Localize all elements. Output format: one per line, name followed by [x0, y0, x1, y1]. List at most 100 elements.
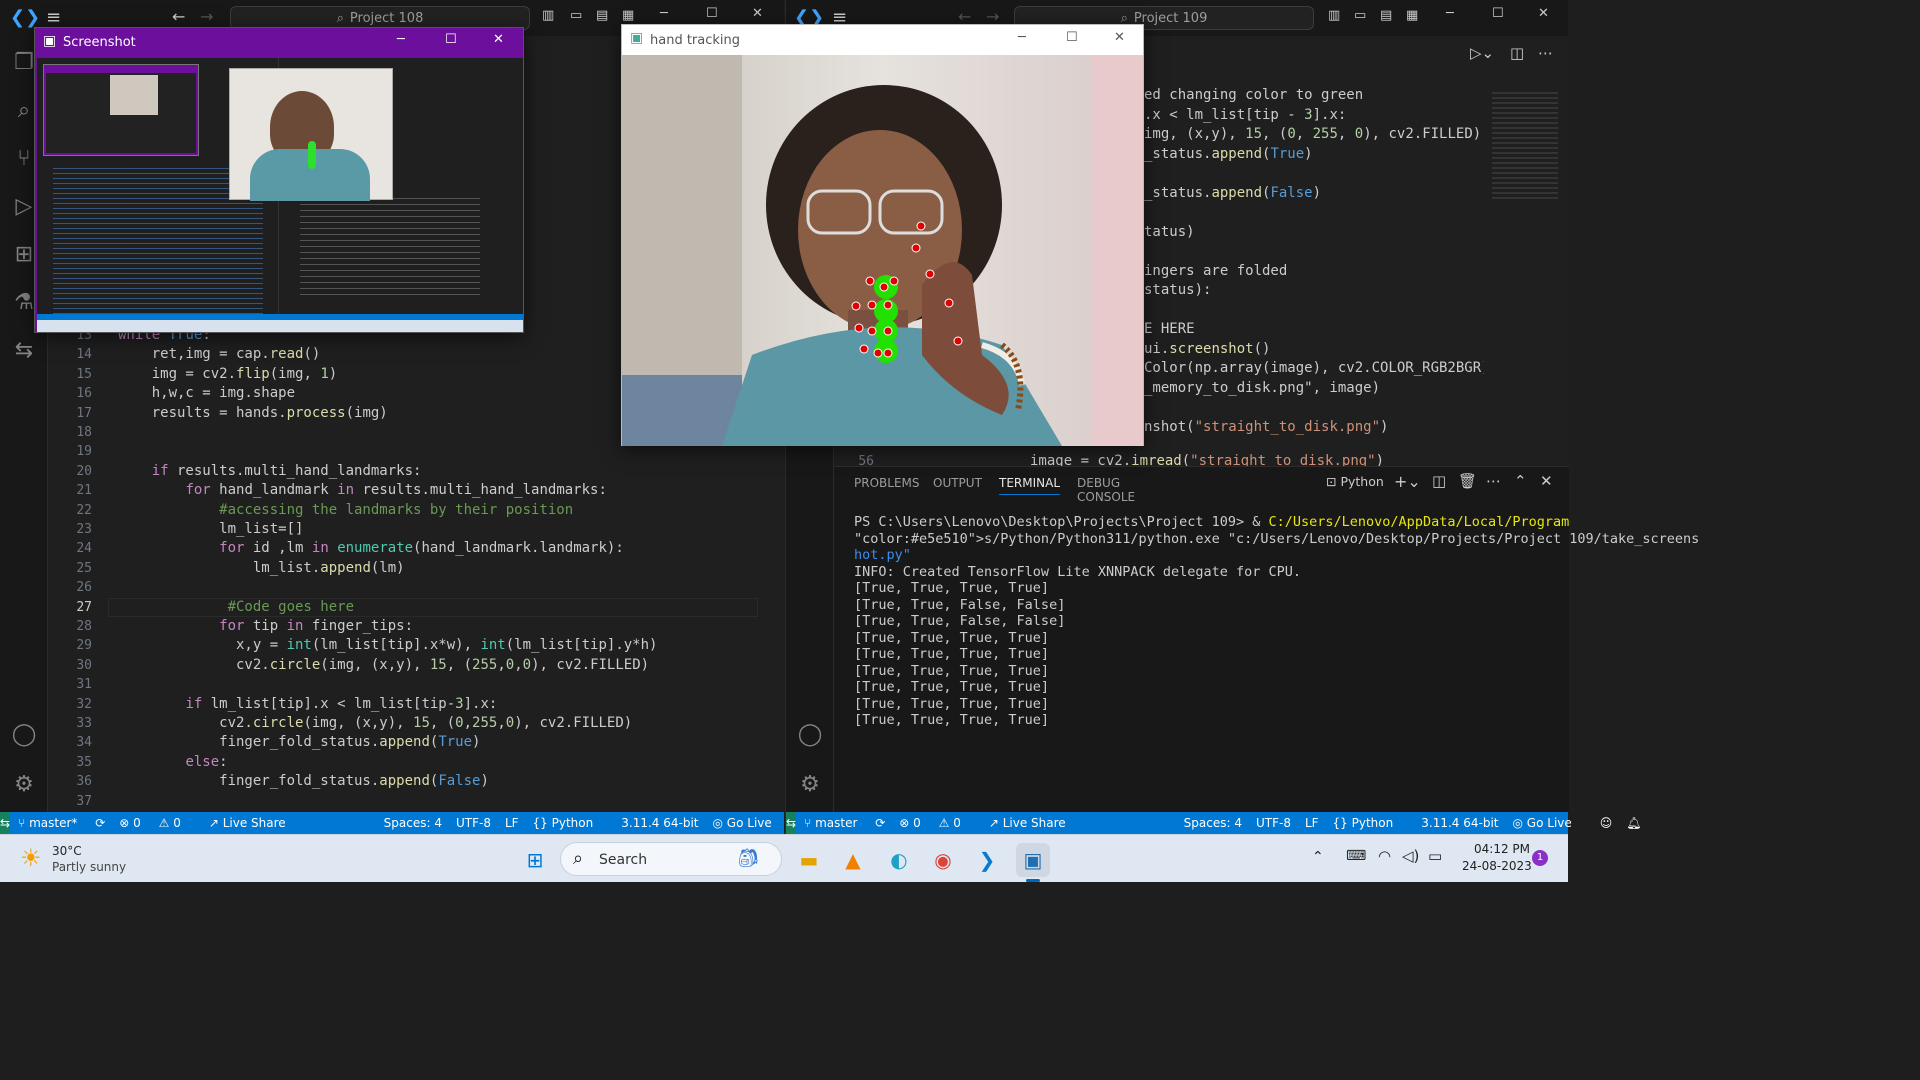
hand-tracking-window[interactable]: ▣ hand tracking ─ ☐ ✕ [621, 24, 1144, 446]
go-live-button[interactable]: ◎ Go Live [713, 816, 786, 830]
tab-output[interactable]: OUTPUT [933, 476, 982, 490]
chrome-icon[interactable]: ◉ [926, 843, 960, 877]
file-explorer-icon[interactable]: ▬ [792, 843, 826, 877]
notifications-bell-icon[interactable]: 🔔︎ [1626, 816, 1641, 830]
split-editor-icon[interactable]: ◫ [1510, 44, 1524, 62]
minimize-icon[interactable]: ─ [660, 6, 668, 21]
tab-debug-console[interactable]: DEBUG CONSOLE [1077, 476, 1135, 504]
forward-arrow-icon[interactable]: → [200, 7, 213, 26]
edge-icon[interactable]: ◐ [882, 843, 916, 877]
panel-toggle-icon[interactable]: ▭ [1354, 8, 1366, 23]
line-number: 32 [76, 696, 92, 712]
panel-more-icon[interactable]: ⋯ [1486, 472, 1501, 490]
speaker-icon[interactable]: ◁) [1402, 847, 1419, 865]
clock-time[interactable]: 04:12 PM [1474, 842, 1530, 856]
customize-layout-icon[interactable]: ▦ [1406, 8, 1418, 23]
chevron-up-icon[interactable]: ⌃ [1312, 849, 1324, 865]
settings-gear-icon[interactable]: ⚙ [786, 772, 834, 797]
weather-widget[interactable]: ☀ 30°C Partly sunny [14, 842, 134, 878]
code-line: tatus) [1144, 223, 1195, 240]
branch-indicator[interactable]: ⑂ master ⟳ [804, 816, 885, 830]
screenshot-window[interactable]: ▣ Screenshot ─ ☐ ✕ [34, 27, 524, 333]
sidebar-toggle-icon[interactable]: ▤ [1380, 8, 1392, 23]
maximize-icon[interactable]: ☐ [1066, 30, 1078, 45]
account-icon[interactable]: ◯ [0, 722, 48, 747]
panel-toggle-icon[interactable]: ▭ [570, 8, 582, 23]
maximize-icon[interactable]: ☐ [706, 6, 718, 21]
terminal-line: [True, True, True, True] [854, 695, 1050, 712]
vlc-icon[interactable]: ▲ [836, 843, 870, 877]
new-terminal-icon[interactable]: +⌄ [1394, 472, 1421, 491]
minimize-icon[interactable]: ─ [1446, 6, 1454, 21]
indentation-indicator[interactable]: Spaces: 4 [384, 816, 442, 830]
close-icon[interactable]: ✕ [1114, 30, 1125, 45]
taskbar-search[interactable]: ⌕ Search 🎒︎ [560, 842, 782, 876]
keyboard-icon[interactable]: ⌨ [1346, 848, 1366, 864]
landmark-dot [953, 336, 963, 346]
language-label: Python [551, 816, 594, 830]
line-number: 29 [76, 638, 92, 654]
sidebar-toggle-icon[interactable]: ▤ [596, 8, 608, 23]
terminal-profile[interactable]: ⊡ Python [1326, 474, 1384, 489]
vscode-taskbar-icon[interactable]: ❯ [970, 843, 1004, 877]
clock-date[interactable]: 24-08-2023 [1462, 859, 1532, 873]
language-indicator[interactable]: {} Python [1333, 816, 1408, 830]
interpreter-indicator[interactable]: 3.11.4 64-bit [621, 816, 698, 830]
account-icon[interactable]: ◯ [786, 722, 834, 747]
battery-icon[interactable]: ▭ [1428, 847, 1442, 865]
close-panel-icon[interactable]: ✕ [1540, 472, 1553, 490]
wifi-icon[interactable]: ◠ [1378, 847, 1391, 865]
encoding-indicator[interactable]: UTF-8 [456, 816, 491, 830]
notification-badge[interactable]: 1 [1532, 850, 1548, 866]
start-button[interactable]: ⊞ [518, 843, 552, 877]
terminal-line: [True, True, False, False] [854, 596, 1066, 613]
tab-terminal[interactable]: TERMINAL [999, 476, 1061, 495]
remote-icon[interactable]: ⇆ [0, 338, 48, 363]
encoding-indicator[interactable]: UTF-8 [1256, 816, 1291, 830]
landmark-dot [851, 301, 861, 311]
branch-indicator[interactable]: ⑂ master* ⟳ [18, 816, 105, 830]
live-share-button[interactable]: ↗ Live Share [209, 816, 300, 830]
screenshot-titlebar[interactable]: ▣ Screenshot ─ ☐ ✕ [35, 28, 523, 58]
maximize-icon[interactable]: ☐ [1492, 6, 1504, 21]
maximize-panel-icon[interactable]: ⌃ [1514, 472, 1527, 490]
minimize-icon[interactable]: ─ [1018, 30, 1026, 45]
interpreter-indicator[interactable]: 3.11.4 64-bit [1421, 816, 1498, 830]
tab-problems[interactable]: PROBLEMS [854, 476, 920, 490]
weather-desc: Partly sunny [52, 860, 127, 874]
problems-indicator[interactable]: ⊗ 0 ⚠ 0 [119, 816, 195, 830]
live-share-button[interactable]: ↗ Live Share [989, 816, 1080, 830]
status-bar: ⇆ ⑂ master* ⟳ ⊗ 0 ⚠ 0 ↗ Live Share Space… [0, 812, 842, 834]
more-actions-icon[interactable]: ⋯ [1538, 44, 1553, 62]
split-terminal-icon[interactable]: ◫ [1432, 472, 1446, 490]
line-number: 21 [76, 483, 92, 499]
trash-icon[interactable]: 🗑︎ [1458, 472, 1477, 490]
back-arrow-icon[interactable]: ← [172, 7, 185, 26]
indentation-indicator[interactable]: Spaces: 4 [1184, 816, 1242, 830]
remote-indicator-icon[interactable]: ⇆ [786, 812, 797, 834]
layout-icon[interactable]: ▥ [1328, 8, 1340, 23]
python-image-taskbar-icon[interactable]: ▣ [1016, 843, 1050, 877]
remote-indicator-icon[interactable]: ⇆ [0, 812, 11, 834]
eol-indicator[interactable]: LF [1305, 816, 1319, 830]
settings-gear-icon[interactable]: ⚙ [0, 772, 48, 797]
run-python-file-icon[interactable]: ▷⌄ [1470, 44, 1494, 62]
customize-layout-icon[interactable]: ▦ [622, 8, 634, 23]
problems-indicator[interactable]: ⊗ 0 ⚠ 0 [899, 816, 975, 830]
close-icon[interactable]: ✕ [752, 6, 763, 21]
code-line: finger_fold_status.append(False) [118, 773, 489, 790]
close-icon[interactable]: ✕ [493, 32, 504, 47]
hand-tracking-titlebar[interactable]: ▣ hand tracking ─ ☐ ✕ [622, 25, 1143, 55]
line-number: 34 [76, 735, 92, 751]
maximize-icon[interactable]: ☐ [445, 32, 457, 47]
layout-icon[interactable]: ▥ [542, 8, 554, 23]
eol-indicator[interactable]: LF [505, 816, 519, 830]
menu-icon[interactable]: ≡ [46, 7, 61, 28]
go-live-button[interactable]: ◎ Go Live [1513, 816, 1586, 830]
close-icon[interactable]: ✕ [1538, 6, 1549, 21]
minimap[interactable] [1492, 92, 1558, 202]
error-count: 0 [913, 816, 921, 830]
language-indicator[interactable]: {} Python [533, 816, 608, 830]
feedback-icon[interactable]: ☺ [1600, 816, 1613, 830]
minimize-icon[interactable]: ─ [397, 32, 405, 47]
